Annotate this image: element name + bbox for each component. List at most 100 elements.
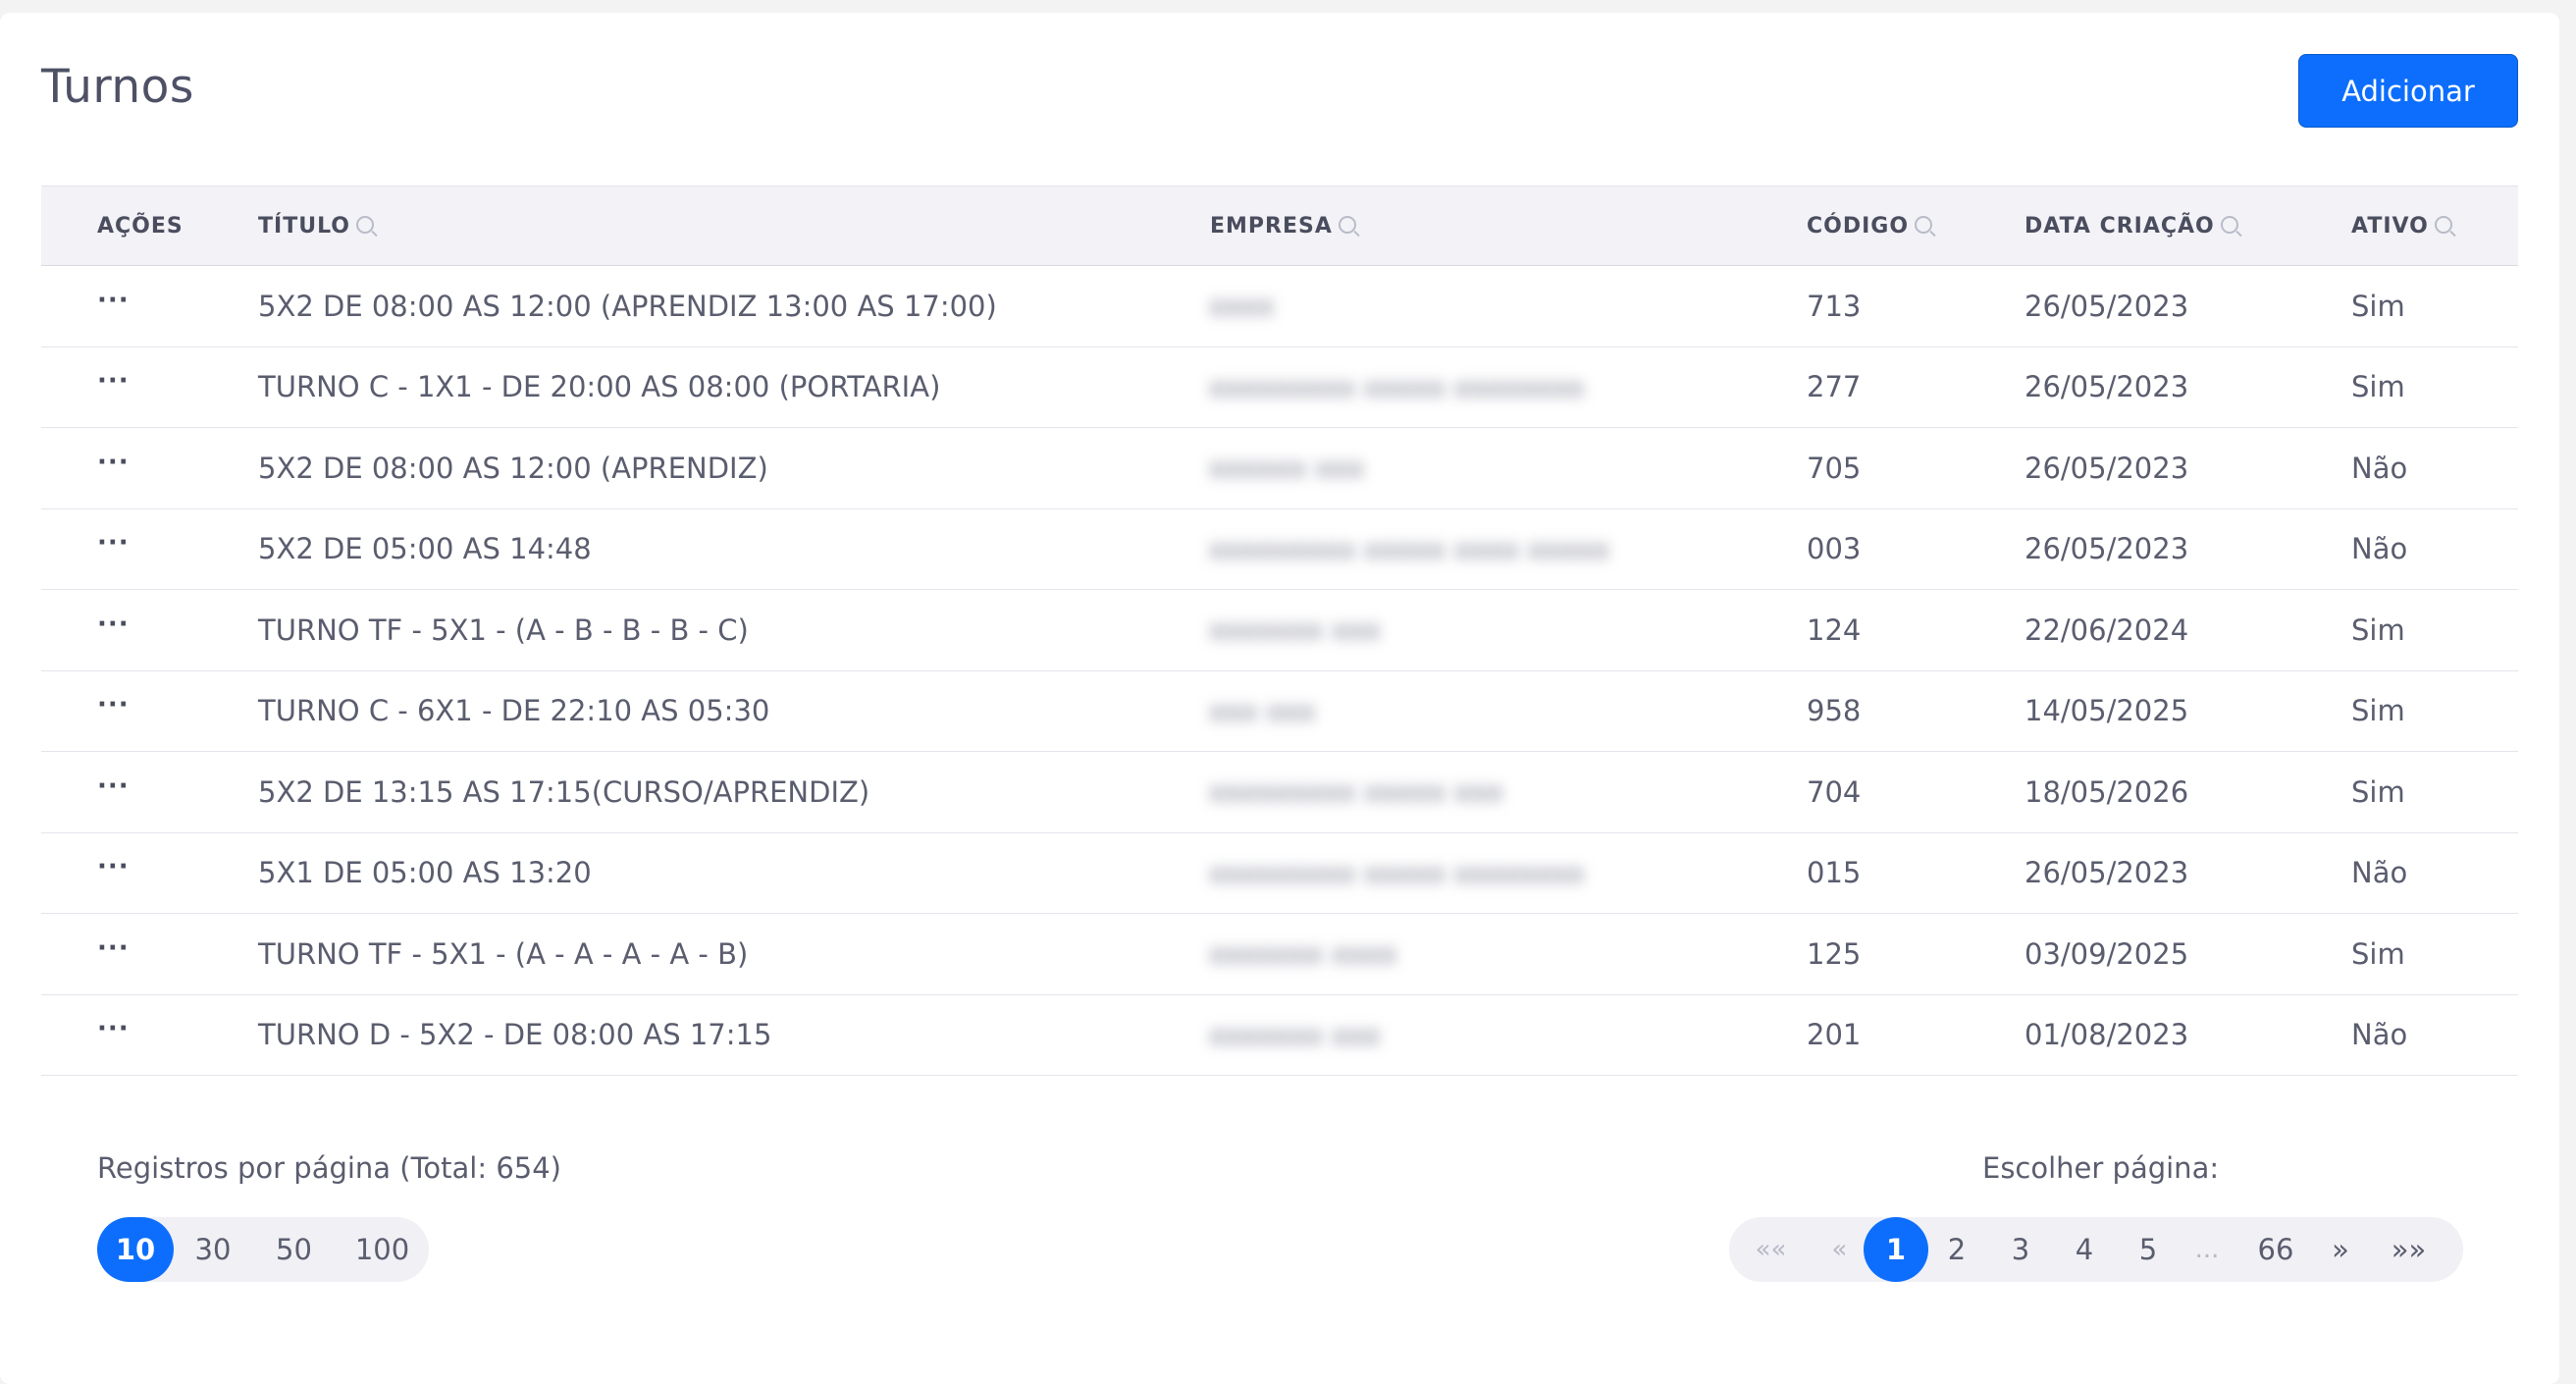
table-row: xxxxxxx xxx ··· TURNO D - 5X2 - DE 08:00 A… <box>41 994 2518 1076</box>
more-actions-icon[interactable]: ··· <box>97 772 130 801</box>
company-cell: xxxxxxxxx xxxxx xxxxxxxx <box>1180 832 1680 913</box>
titulo-cell: TURNO TF - 5X1 - (A - A - A - A - B) <box>258 936 749 971</box>
codigo-cell: 124 <box>1807 612 1862 647</box>
page-title: Turnos <box>41 60 194 114</box>
table-body: xxxx ··· 5X2 DE 08:00 AS 12:00 (APRENDIZ 1… <box>41 266 2518 1076</box>
titulo-cell: 5X2 DE 08:00 AS 12:00 (APRENDIZ 13:00 AS… <box>258 289 997 323</box>
table-row: xxxxxxxxx xxxxx xxxx xxxxx ··· 5X2 DE 05:0… <box>41 508 2518 590</box>
search-icon[interactable] <box>2220 216 2238 234</box>
column-header-ativo: ATIVO <box>2351 186 2452 265</box>
page-size-option[interactable]: 30 <box>174 1217 252 1282</box>
page-button[interactable]: 5 <box>2124 1217 2173 1282</box>
company-name-redacted: xxxxxxxxx xxxxx xxx <box>1209 775 1503 809</box>
choose-page-label: Escolher página: <box>1982 1151 2220 1185</box>
company-name-redacted: xxxxxxxxx xxxxx xxxx xxxxx <box>1209 532 1609 565</box>
company-name-redacted: xxx xxx <box>1209 694 1316 727</box>
codigo-cell: 015 <box>1807 856 1862 890</box>
table-row: xxxxxxxxx xxxxx xxxxxxxx ··· 5X1 DE 05:00 … <box>41 832 2518 914</box>
column-header-data: DATA CRIAÇÃO <box>2024 186 2238 265</box>
table-row: xxxx ··· 5X2 DE 08:00 AS 12:00 (APRENDIZ 1… <box>41 266 2518 347</box>
page-size-option[interactable]: 50 <box>252 1217 336 1282</box>
page-size-option[interactable]: 10 <box>97 1217 174 1282</box>
table-row: xxx xxx ··· TURNO C - 6X1 - DE 22:10 AS 05… <box>41 670 2518 752</box>
more-actions-icon[interactable]: ··· <box>97 852 130 881</box>
column-header-label: DATA CRIAÇÃO <box>2024 213 2215 239</box>
column-header-label: AÇÕES <box>97 213 184 239</box>
codigo-cell: 277 <box>1807 370 1862 404</box>
titulo-cell: 5X1 DE 05:00 AS 13:20 <box>258 856 592 890</box>
add-button[interactable]: Adicionar <box>2298 54 2518 128</box>
company-cell: xxxxxxx xxxx <box>1180 914 1680 994</box>
company-cell: xxxxxx xxx <box>1180 428 1680 508</box>
page-size-selector: 10 30 50 100 <box>97 1217 429 1282</box>
ativo-cell: Sim <box>2351 289 2405 323</box>
data-cell: 03/09/2025 <box>2024 936 2189 971</box>
more-actions-icon[interactable]: ··· <box>97 610 130 639</box>
table-row: xxxxxxxxx xxxxx xxxxxxxx ··· TURNO C - 1X1… <box>41 346 2518 428</box>
data-cell: 22/06/2024 <box>2024 612 2189 647</box>
previous-page-button[interactable]: « <box>1808 1217 1871 1282</box>
actions-cell: ··· <box>97 752 130 832</box>
ativo-cell: Não <box>2351 451 2408 485</box>
table-row: xxxxxxx xxxx ··· TURNO TF - 5X1 - (A - A -… <box>41 914 2518 995</box>
data-cell: 26/05/2023 <box>2024 289 2189 323</box>
first-page-button[interactable]: «« <box>1739 1217 1803 1282</box>
more-actions-icon[interactable]: ··· <box>97 528 130 558</box>
ativo-cell: Não <box>2351 856 2408 890</box>
company-name-redacted: xxxxxxxxx xxxxx xxxxxxxx <box>1209 856 1585 889</box>
column-header-titulo: TÍTULO <box>258 186 374 265</box>
ativo-cell: Sim <box>2351 936 2405 971</box>
page-button[interactable]: 66 <box>2246 1217 2305 1282</box>
ativo-cell: Sim <box>2351 612 2405 647</box>
table-row: xxxxxxx xxx ··· TURNO TF - 5X1 - (A - B - … <box>41 590 2518 671</box>
company-name-redacted: xxxxxxx xxxx <box>1209 937 1397 971</box>
more-actions-icon[interactable]: ··· <box>97 366 130 396</box>
company-name-redacted: xxxxxxxxx xxxxx xxxxxxxx <box>1209 370 1585 403</box>
more-actions-icon[interactable]: ··· <box>97 286 130 315</box>
search-icon[interactable] <box>2434 216 2452 234</box>
last-page-button[interactable]: »» <box>2377 1217 2441 1282</box>
search-icon[interactable] <box>1915 216 1933 234</box>
data-cell: 18/05/2026 <box>2024 774 2189 809</box>
search-icon[interactable] <box>356 216 374 234</box>
more-actions-icon[interactable]: ··· <box>97 1014 130 1043</box>
shifts-table: AÇÕES TÍTULO EMPRESA CÓDIGO DATA CRIAÇÃO ATIV… <box>41 186 2518 1076</box>
records-per-page-label: Registros por página (Total: 654) <box>97 1151 561 1185</box>
table-header: AÇÕES TÍTULO EMPRESA CÓDIGO DATA CRIAÇÃO ATIV… <box>41 186 2518 266</box>
more-actions-icon[interactable]: ··· <box>97 933 130 963</box>
page-button[interactable]: 4 <box>2060 1217 2109 1282</box>
actions-cell: ··· <box>97 914 130 994</box>
main-card: Turnos Adicionar AÇÕES TÍTULO EMPRESA CÓDIG… <box>0 13 2559 1384</box>
data-cell: 26/05/2023 <box>2024 532 2189 566</box>
company-name-redacted: xxxxxx xxx <box>1209 452 1365 485</box>
column-header-empresa: EMPRESA <box>1210 186 1356 265</box>
titulo-cell: 5X2 DE 05:00 AS 14:48 <box>258 532 592 566</box>
page-button[interactable]: 2 <box>1932 1217 1981 1282</box>
more-actions-icon[interactable]: ··· <box>97 448 130 477</box>
actions-cell: ··· <box>97 995 130 1076</box>
table-row: xxxxxxxxx xxxxx xxx ··· 5X2 DE 13:15 AS 17… <box>41 752 2518 833</box>
data-cell: 01/08/2023 <box>2024 1018 2189 1052</box>
codigo-cell: 713 <box>1807 289 1862 323</box>
pagination-ellipsis: ... <box>2194 1235 2220 1264</box>
company-name-redacted: xxxxxxx xxx <box>1209 1018 1381 1051</box>
data-cell: 26/05/2023 <box>2024 370 2189 404</box>
codigo-cell: 704 <box>1807 774 1862 809</box>
actions-cell: ··· <box>97 509 130 590</box>
company-cell: xxxxxxxxx xxxxx xxxx xxxxx <box>1180 508 1680 589</box>
codigo-cell: 958 <box>1807 694 1862 728</box>
table-row: xxxxxx xxx ··· 5X2 DE 08:00 AS 12:00 (APRE… <box>41 428 2518 509</box>
actions-cell: ··· <box>97 347 130 428</box>
company-cell: xxxxxxxxx xxxxx xxx <box>1180 752 1680 832</box>
codigo-cell: 201 <box>1807 1018 1862 1052</box>
column-header-label: TÍTULO <box>258 213 350 239</box>
column-header-label: EMPRESA <box>1210 213 1333 239</box>
titulo-cell: TURNO C - 6X1 - DE 22:10 AS 05:30 <box>258 694 770 728</box>
more-actions-icon[interactable]: ··· <box>97 690 130 719</box>
actions-cell: ··· <box>97 590 130 670</box>
page-button[interactable]: 1 <box>1864 1217 1928 1282</box>
next-page-button[interactable]: » <box>2316 1217 2365 1282</box>
page-size-option[interactable]: 100 <box>336 1217 429 1282</box>
search-icon[interactable] <box>1338 216 1356 234</box>
page-button[interactable]: 3 <box>1996 1217 2045 1282</box>
